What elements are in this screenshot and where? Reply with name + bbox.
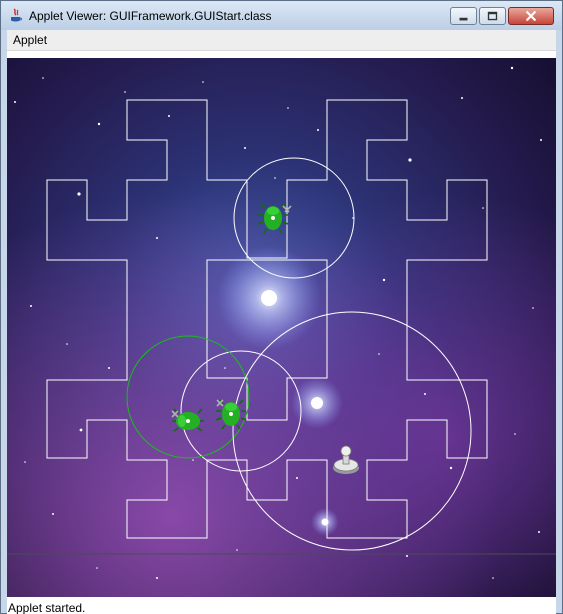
- bright-star-core: [311, 397, 323, 409]
- menu-applet[interactable]: Applet: [13, 33, 47, 47]
- minimize-button[interactable]: [450, 7, 477, 25]
- game-canvas[interactable]: [7, 58, 556, 597]
- close-icon: [525, 10, 537, 22]
- title-bar[interactable]: Applet Viewer: GUIFramework.GUIStart.cla…: [1, 1, 562, 30]
- maximize-button[interactable]: [479, 7, 506, 25]
- menu-bar: Applet: [7, 30, 556, 51]
- window-title: Applet Viewer: GUIFramework.GUIStart.cla…: [29, 9, 272, 23]
- applet-viewer-window: Applet Viewer: GUIFramework.GUIStart.cla…: [0, 0, 563, 614]
- status-text: Applet started.: [8, 601, 86, 614]
- window-controls: [448, 7, 554, 25]
- close-button[interactable]: [508, 7, 554, 25]
- space-background: [7, 58, 556, 597]
- client-area: Applet Applet started.: [7, 30, 556, 614]
- minimize-icon: [459, 17, 468, 21]
- maximize-icon: [487, 11, 498, 21]
- java-icon: [11, 8, 22, 22]
- bright-star-core: [261, 290, 277, 306]
